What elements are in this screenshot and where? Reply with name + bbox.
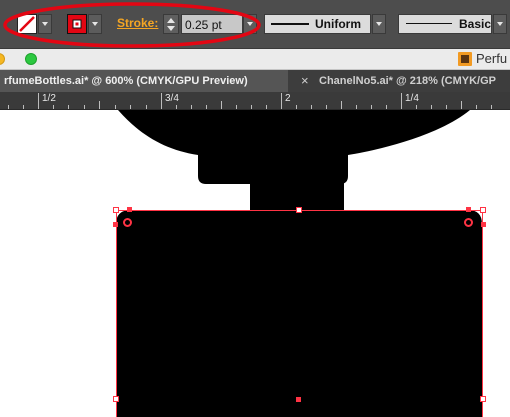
profile-label: Uniform [315, 17, 361, 31]
resize-handle-top-left[interactable] [113, 207, 119, 213]
profile-line-preview [271, 23, 309, 25]
brush-definition-select[interactable]: Basic [398, 14, 492, 34]
tab-close-icon[interactable]: × [301, 70, 309, 92]
document-tabs: rfumeBottles.ai* @ 600% (CMYK/GPU Previe… [0, 70, 510, 92]
ruler-ticks [8, 93, 492, 109]
resize-handle-middle-right[interactable] [480, 396, 486, 402]
anchor-point[interactable] [481, 222, 486, 227]
variable-width-profile-select[interactable]: Uniform [264, 14, 371, 34]
highlight-annotation-ellipse [3, 2, 261, 48]
zoom-window-icon[interactable] [0, 53, 5, 65]
ruler-label: 3/4 [165, 93, 179, 104]
ruler-label: 1/4 [405, 93, 419, 104]
selection-bounding-box[interactable] [116, 210, 483, 417]
bottle-cap-shape [118, 110, 470, 184]
anchor-point[interactable] [113, 222, 118, 227]
ai-document-icon [458, 52, 472, 66]
brush-line-preview [406, 23, 452, 24]
live-corner-widget[interactable] [464, 218, 473, 227]
ruler-label: 2 [285, 93, 291, 104]
brush-dropdown[interactable] [493, 14, 507, 34]
profile-dropdown[interactable] [372, 14, 386, 34]
tab-perfume-bottles[interactable]: rfumeBottles.ai* @ 600% (CMYK/GPU Previe… [0, 70, 288, 92]
center-point [296, 397, 301, 402]
resize-handle-middle-left[interactable] [113, 396, 119, 402]
tab-chanel-no5[interactable]: × ChanelNo5.ai* @ 218% (CMYK/GP [289, 70, 510, 92]
document-window-titlebar: Perfu [0, 49, 510, 70]
close-window-icon[interactable] [25, 53, 37, 65]
horizontal-ruler[interactable]: 1/2 3/4 2 1/4 [0, 92, 510, 110]
resize-handle-top-right[interactable] [480, 207, 486, 213]
tab-label: rfumeBottles.ai* @ 600% (CMYK/GPU Previe… [4, 75, 248, 87]
anchor-point[interactable] [127, 207, 132, 212]
live-corner-widget[interactable] [123, 218, 132, 227]
brush-label: Basic [459, 17, 492, 31]
artboard-canvas[interactable] [0, 110, 510, 417]
tab-label: ChanelNo5.ai* @ 218% (CMYK/GP [319, 75, 496, 87]
anchor-point[interactable] [466, 207, 471, 212]
ruler-label: 1/2 [42, 93, 56, 104]
control-bar: Stroke: 0.25 pt Uniform Basic [0, 0, 510, 49]
window-title: Perfu [476, 51, 508, 66]
resize-handle-top-center[interactable] [296, 207, 302, 213]
